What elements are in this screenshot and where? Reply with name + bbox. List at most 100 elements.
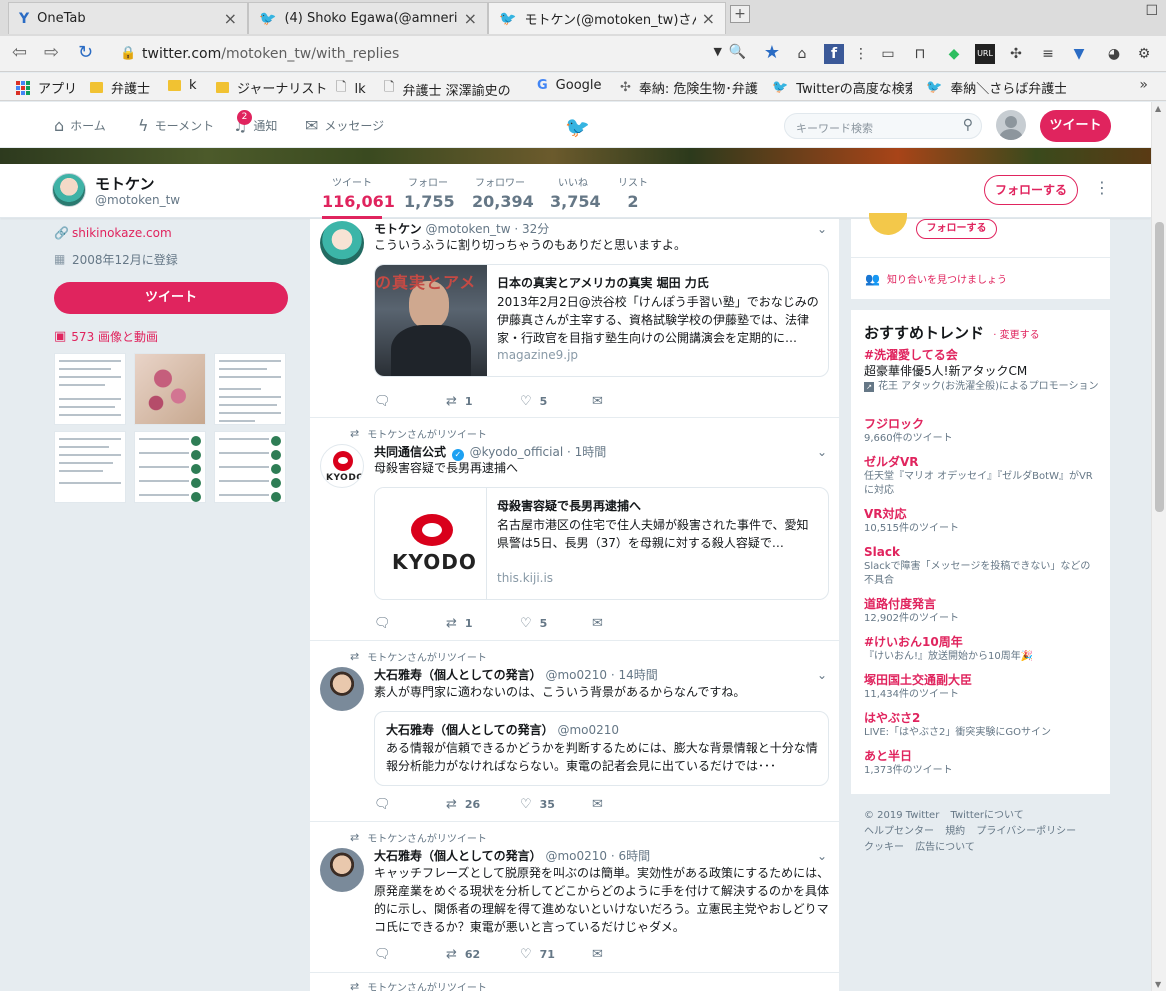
trend-name[interactable]: ゼルダVR — [864, 454, 1100, 470]
retweet-button[interactable]: ⇄ 26 — [446, 797, 480, 812]
media-link[interactable]: ▣ 573 画像と動画 — [54, 328, 288, 345]
trend-name[interactable]: 塚田国土交通副大臣 — [864, 672, 1100, 688]
tweet-time[interactable]: · 6時間 — [611, 849, 650, 863]
media-thumbnail[interactable] — [54, 353, 126, 425]
tweet-item[interactable]: ⇄ モトケンさんがリツイート KYODO 共同通信公式 ✓ @kyodo_off… — [310, 419, 839, 641]
like-button[interactable]: ♡ 71 — [520, 947, 555, 962]
footer-ads-link[interactable]: 広告について — [915, 842, 975, 853]
bookmark-folder-journalists[interactable]: ジャーナリスト — [216, 78, 327, 97]
trend-name[interactable]: #けいおん10周年 — [864, 634, 1100, 650]
url-dropdown-icon[interactable]: ▼ — [714, 45, 722, 58]
like-button[interactable]: ♡ 5 — [520, 394, 547, 409]
nav-messages[interactable]: ✉ メッセージ — [305, 116, 384, 135]
tweet-author-name[interactable]: 共同通信公式 — [374, 445, 446, 459]
back-arrow-icon[interactable]: ⇦ — [12, 42, 27, 63]
tweet-author-handle[interactable]: @kyodo_official — [470, 445, 564, 459]
direct-message-button[interactable]: ✉ — [592, 616, 611, 631]
tweet-time[interactable]: · 1時間 — [567, 445, 606, 459]
trend-item[interactable]: #けいおん10周年 『けいおん!』放送開始から10周年🎉 — [864, 634, 1100, 664]
bookmark-hounou-lawyer[interactable]: 🐦 奉納＼さらば弁護士 — [926, 78, 1066, 97]
trend-name[interactable]: フジロック — [864, 416, 1100, 432]
address-bar[interactable]: 🔒 twitter.com/motoken_tw/with_replies ▼ … — [110, 41, 784, 67]
chevron-down-icon[interactable]: ⌄ — [817, 849, 827, 863]
footer-cookies-link[interactable]: クッキー — [864, 842, 904, 853]
profile-name[interactable]: モトケン — [95, 173, 155, 194]
stat-following[interactable]: フォロー 1,755 — [404, 174, 455, 211]
retweet-context-label[interactable]: モトケンさんがリツイート — [367, 979, 487, 991]
chevron-down-icon[interactable]: ⌄ — [817, 668, 827, 682]
stat-tweets[interactable]: ツイート 116,061 — [322, 174, 395, 219]
trend-name[interactable]: あと半日 — [864, 748, 1100, 764]
stat-followers[interactable]: フォロワー 20,394 — [472, 174, 534, 211]
tweet-to-user-button[interactable]: ツイート — [54, 282, 288, 314]
footer-privacy-link[interactable]: プライバシーポリシー — [976, 826, 1076, 837]
url-shortener-icon[interactable]: URL — [975, 44, 995, 64]
tweet-author-name[interactable]: モトケン — [374, 222, 422, 236]
find-friends-link[interactable]: 👥 知り合いを見つけましょう — [865, 271, 1007, 287]
tweet-author-name[interactable]: 大石雅寿（個人としての発言） — [374, 849, 542, 863]
scrollbar-thumb[interactable] — [1155, 222, 1164, 512]
link-card[interactable]: KYODO 母殺害容疑で長男再逮捕へ 名古屋市港区の住宅で住人夫婦が殺害された事… — [374, 487, 829, 600]
trend-name[interactable]: 道路付度発言 — [864, 596, 1100, 612]
compose-tweet-button[interactable]: ツイート — [1040, 110, 1111, 142]
retweet-button[interactable]: ⇄ 1 — [446, 616, 473, 631]
reply-button[interactable]: 🗨 — [374, 797, 399, 812]
search-input[interactable]: キーワード検索 ⚲ — [784, 113, 982, 139]
suggested-follow-button[interactable]: フォローする — [916, 219, 997, 239]
like-button[interactable]: ♡ 5 — [520, 616, 547, 631]
tweet-item[interactable]: ⇄ モトケンさんがリツイート 大石雅寿（個人としての発言） @mo0210 · … — [310, 823, 839, 973]
window-menu-icon[interactable]: ☐ — [1145, 3, 1158, 19]
tweet-item[interactable]: ⇄ モトケンさんがリツイート 大石雅寿（個人としての発言） @mo0210 · … — [310, 642, 839, 822]
retweet-context-label[interactable]: モトケンさんがリツイート — [367, 830, 487, 845]
reply-button[interactable]: 🗨 — [374, 947, 399, 962]
website-link[interactable]: shikinokaze.com — [72, 226, 172, 240]
profile-extension-icon[interactable]: ◕ — [1104, 44, 1124, 64]
tweet-author-name[interactable]: 大石雅寿（個人としての発言） — [374, 668, 542, 682]
reply-button[interactable]: 🗨 — [374, 616, 399, 631]
link-card[interactable]: の真実とアメ 日本の真実とアメリカの真実 堀田 力氏 2013年2月2日@渋谷校… — [374, 264, 829, 377]
tweet-time[interactable]: · 32分 — [514, 222, 549, 236]
profile-avatar[interactable] — [52, 173, 86, 207]
bookmark-twitter-advanced-search[interactable]: 🐦 Twitterの高度な検索 — [772, 78, 912, 97]
direct-message-button[interactable]: ✉ — [592, 947, 611, 962]
stat-lists[interactable]: リスト 2 — [616, 174, 650, 211]
close-icon[interactable]: × — [702, 9, 715, 28]
bookmark-folder-k[interactable]: k — [168, 78, 197, 93]
shield-icon[interactable]: ▼ — [1069, 44, 1089, 64]
evernote-icon[interactable]: ◆ — [944, 44, 964, 64]
bookmark-folder-lawyers[interactable]: 弁護士 — [90, 78, 150, 97]
trend-name[interactable]: はやぶさ2 — [864, 710, 1100, 726]
trend-name[interactable]: #洗濯愛してる会 — [864, 347, 1100, 363]
crosshair-icon[interactable]: ✣ — [1006, 44, 1026, 64]
tweet-avatar[interactable] — [320, 221, 364, 265]
tweet-avatar[interactable] — [320, 848, 364, 892]
nav-moments[interactable]: ϟ モーメント — [138, 116, 214, 135]
new-tab-button[interactable]: + — [730, 5, 750, 23]
trend-item[interactable]: フジロック 9,660件のツイート — [864, 416, 1100, 446]
tab-shoko-egawa[interactable]: 🐦 (4) Shoko Egawa(@amneris84 × — [248, 2, 488, 34]
quoted-tweet[interactable]: 大石雅寿（個人としての発言） @mo0210 ある情報が信頼できるかどうかを判断… — [374, 711, 829, 786]
facebook-icon[interactable]: f — [824, 44, 844, 64]
settings-gear-icon[interactable]: ⚙ — [1134, 44, 1154, 64]
bookmark-icon[interactable]: ⊓ — [910, 44, 930, 64]
retweet-context-label[interactable]: モトケンさんがリツイート — [367, 649, 487, 664]
page-scrollbar[interactable]: ▲ ▼ — [1151, 102, 1166, 991]
close-icon[interactable]: × — [224, 9, 237, 28]
folder-icon[interactable]: ▭ — [878, 44, 898, 64]
tweet-avatar[interactable]: KYODO — [320, 444, 364, 488]
zoom-icon[interactable]: 🔍 — [729, 44, 746, 60]
trend-item[interactable]: はやぶさ2 LIVE:「はやぶさ2」衝突実験にGOサイン — [864, 710, 1100, 740]
retweet-button[interactable]: ⇄ 62 — [446, 947, 480, 962]
twitter-logo-icon[interactable]: 🐦 — [565, 115, 590, 139]
trend-item[interactable]: VR対応 10,515件のツイート — [864, 506, 1100, 536]
direct-message-button[interactable]: ✉ — [592, 394, 611, 409]
tab-motoken[interactable]: 🐦 モトケン(@motoken_tw)さん | × — [488, 2, 726, 34]
trend-name[interactable]: VR対応 — [864, 506, 1100, 522]
trend-item[interactable]: 塚田国土交通副大臣 11,434件のツイート — [864, 672, 1100, 702]
footer-help-link[interactable]: ヘルプセンター — [864, 826, 934, 837]
stat-likes[interactable]: いいね 3,754 — [550, 174, 601, 211]
media-thumbnail[interactable] — [214, 353, 286, 425]
tweet-author-handle[interactable]: @motoken_tw — [425, 222, 510, 236]
retweet-button[interactable]: ⇄ 1 — [446, 394, 473, 409]
bookmark-star-icon[interactable]: ★ — [764, 42, 780, 63]
